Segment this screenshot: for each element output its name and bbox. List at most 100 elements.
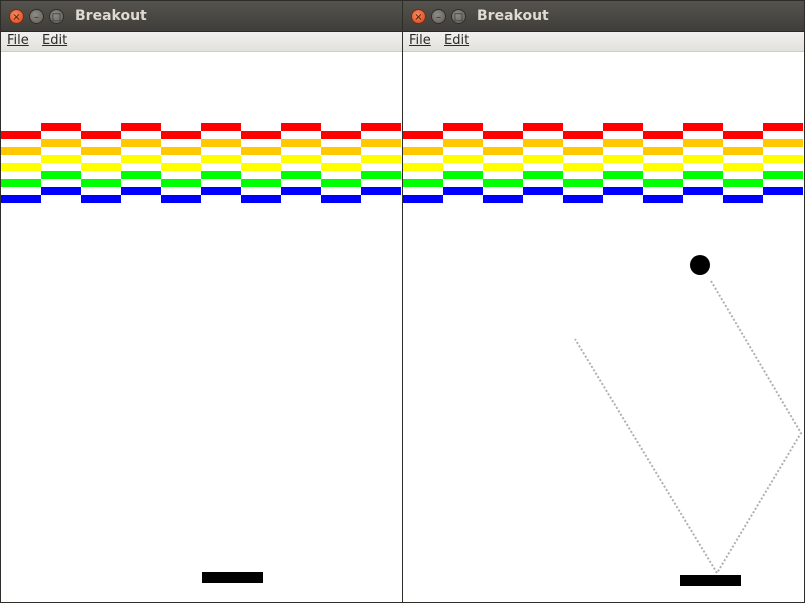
brick-orange: [1, 147, 41, 155]
brick-yellow: [483, 163, 523, 171]
paddle: [680, 575, 741, 586]
brick-yellow: [241, 163, 281, 171]
brick-orange: [403, 147, 443, 155]
minimize-icon[interactable]: –: [29, 9, 44, 24]
brick-red: [361, 123, 401, 131]
brick-orange: [643, 147, 683, 155]
menu-edit[interactable]: Edit: [444, 33, 469, 48]
brick-red: [603, 123, 643, 131]
brick-red: [1, 131, 41, 139]
brick-green: [643, 179, 683, 187]
brick-orange: [523, 139, 563, 147]
menu-bar: File Edit: [403, 32, 804, 52]
brick-green: [403, 179, 443, 187]
ball: [690, 255, 710, 275]
brick-green: [81, 179, 121, 187]
game-svg: [403, 123, 803, 586]
game-canvas[interactable]: [403, 53, 804, 602]
minimize-icon[interactable]: –: [431, 9, 446, 24]
game-svg: [1, 123, 401, 583]
menu-bar: File Edit: [1, 32, 402, 52]
brick-green: [763, 171, 803, 179]
brick-green: [443, 171, 483, 179]
brick-red: [563, 131, 603, 139]
breakout-window-left: × – □ Breakout File Edit: [0, 0, 403, 603]
brick-blue: [603, 187, 643, 195]
window-title: Breakout: [75, 8, 147, 24]
brick-blue: [321, 195, 361, 203]
brick-red: [321, 131, 361, 139]
brick-blue: [523, 187, 563, 195]
brick-blue: [1, 195, 41, 203]
brick-yellow: [1, 163, 41, 171]
brick-orange: [121, 139, 161, 147]
brick-green: [201, 171, 241, 179]
brick-blue: [241, 195, 281, 203]
brick-blue: [41, 187, 81, 195]
brick-orange: [201, 139, 241, 147]
brick-yellow: [281, 155, 321, 163]
game-canvas[interactable]: [1, 53, 402, 602]
brick-yellow: [403, 163, 443, 171]
brick-green: [523, 171, 563, 179]
brick-green: [41, 171, 81, 179]
brick-yellow: [41, 155, 81, 163]
brick-yellow: [723, 163, 763, 171]
brick-orange: [723, 147, 763, 155]
brick-orange: [603, 139, 643, 147]
brick-yellow: [763, 155, 803, 163]
brick-red: [41, 123, 81, 131]
brick-yellow: [643, 163, 683, 171]
brick-blue: [201, 187, 241, 195]
brick-yellow: [321, 163, 361, 171]
paddle: [202, 572, 263, 583]
brick-blue: [763, 187, 803, 195]
close-icon[interactable]: ×: [9, 9, 24, 24]
brick-blue: [563, 195, 603, 203]
brick-green: [361, 171, 401, 179]
brick-red: [161, 131, 201, 139]
brick-green: [161, 179, 201, 187]
brick-red: [443, 123, 483, 131]
brick-orange: [281, 139, 321, 147]
breakout-window-right: × – □ Breakout File Edit: [402, 0, 805, 603]
brick-orange: [321, 147, 361, 155]
title-bar: × – □ Breakout: [403, 1, 804, 32]
brick-yellow: [683, 155, 723, 163]
brick-blue: [281, 187, 321, 195]
brick-green: [563, 179, 603, 187]
brick-blue: [483, 195, 523, 203]
menu-file[interactable]: File: [409, 33, 431, 48]
brick-orange: [241, 147, 281, 155]
brick-blue: [723, 195, 763, 203]
brick-orange: [361, 139, 401, 147]
brick-yellow: [201, 155, 241, 163]
brick-yellow: [121, 155, 161, 163]
brick-blue: [121, 187, 161, 195]
brick-green: [121, 171, 161, 179]
title-bar: × – □ Breakout: [1, 1, 402, 32]
brick-orange: [81, 147, 121, 155]
brick-blue: [403, 195, 443, 203]
menu-edit[interactable]: Edit: [42, 33, 67, 48]
brick-orange: [41, 139, 81, 147]
brick-blue: [81, 195, 121, 203]
brick-orange: [683, 139, 723, 147]
brick-yellow: [603, 155, 643, 163]
brick-orange: [763, 139, 803, 147]
brick-green: [321, 179, 361, 187]
brick-red: [683, 123, 723, 131]
maximize-icon[interactable]: □: [49, 9, 64, 24]
brick-green: [683, 171, 723, 179]
menu-file[interactable]: File: [7, 33, 29, 48]
brick-orange: [161, 147, 201, 155]
brick-orange: [563, 147, 603, 155]
brick-red: [763, 123, 803, 131]
brick-yellow: [81, 163, 121, 171]
brick-blue: [643, 195, 683, 203]
brick-green: [603, 171, 643, 179]
close-icon[interactable]: ×: [411, 9, 426, 24]
brick-yellow: [361, 155, 401, 163]
brick-red: [523, 123, 563, 131]
maximize-icon[interactable]: □: [451, 9, 466, 24]
